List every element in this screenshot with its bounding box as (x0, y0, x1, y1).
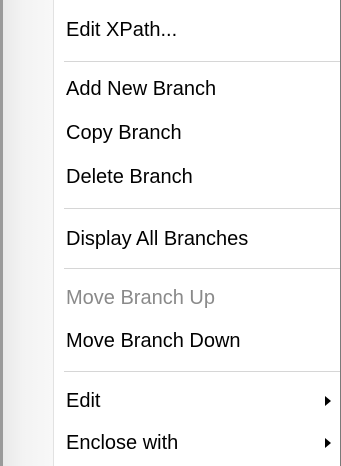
menu-separator (64, 371, 340, 372)
menu-separator (64, 208, 340, 209)
menu-item-move-branch-up: Move Branch Up (54, 275, 340, 321)
menu-item-display-all-branches[interactable]: Display All Branches (54, 216, 340, 262)
menu-item-label: Add New Branch (66, 78, 217, 100)
menu-separator (64, 61, 340, 62)
menu-item-edit-xpath[interactable]: Edit XPath... (54, 7, 340, 53)
menu-item-label: Move Branch Up (66, 287, 215, 309)
menu-item-label: Delete Branch (66, 166, 193, 188)
menu-icon-gutter (3, 0, 53, 466)
context-menu: Edit XPath... Add New Branch Copy Branch… (0, 0, 341, 466)
menu-item-label: Move Branch Down (66, 330, 241, 352)
menu-item-delete-branch[interactable]: Delete Branch (54, 154, 340, 200)
chevron-right-icon (325, 396, 331, 406)
menu-item-add-new-branch[interactable]: Add New Branch (54, 66, 340, 112)
menu-item-label: Edit XPath... (66, 19, 178, 41)
menu-item-label: Display All Branches (66, 228, 249, 250)
menu-separator (64, 268, 340, 269)
menu-item-label: Enclose with (66, 432, 179, 454)
menu-item-copy-branch[interactable]: Copy Branch (54, 110, 340, 156)
menu-item-edit[interactable]: Edit (54, 378, 340, 424)
menu-item-label: Copy Branch (66, 122, 182, 144)
chevron-right-icon (325, 438, 331, 448)
menu-item-enclose-with[interactable]: Enclose with (54, 420, 340, 466)
menu-item-label: Edit (66, 390, 101, 412)
menu-item-move-branch-down[interactable]: Move Branch Down (54, 318, 340, 364)
